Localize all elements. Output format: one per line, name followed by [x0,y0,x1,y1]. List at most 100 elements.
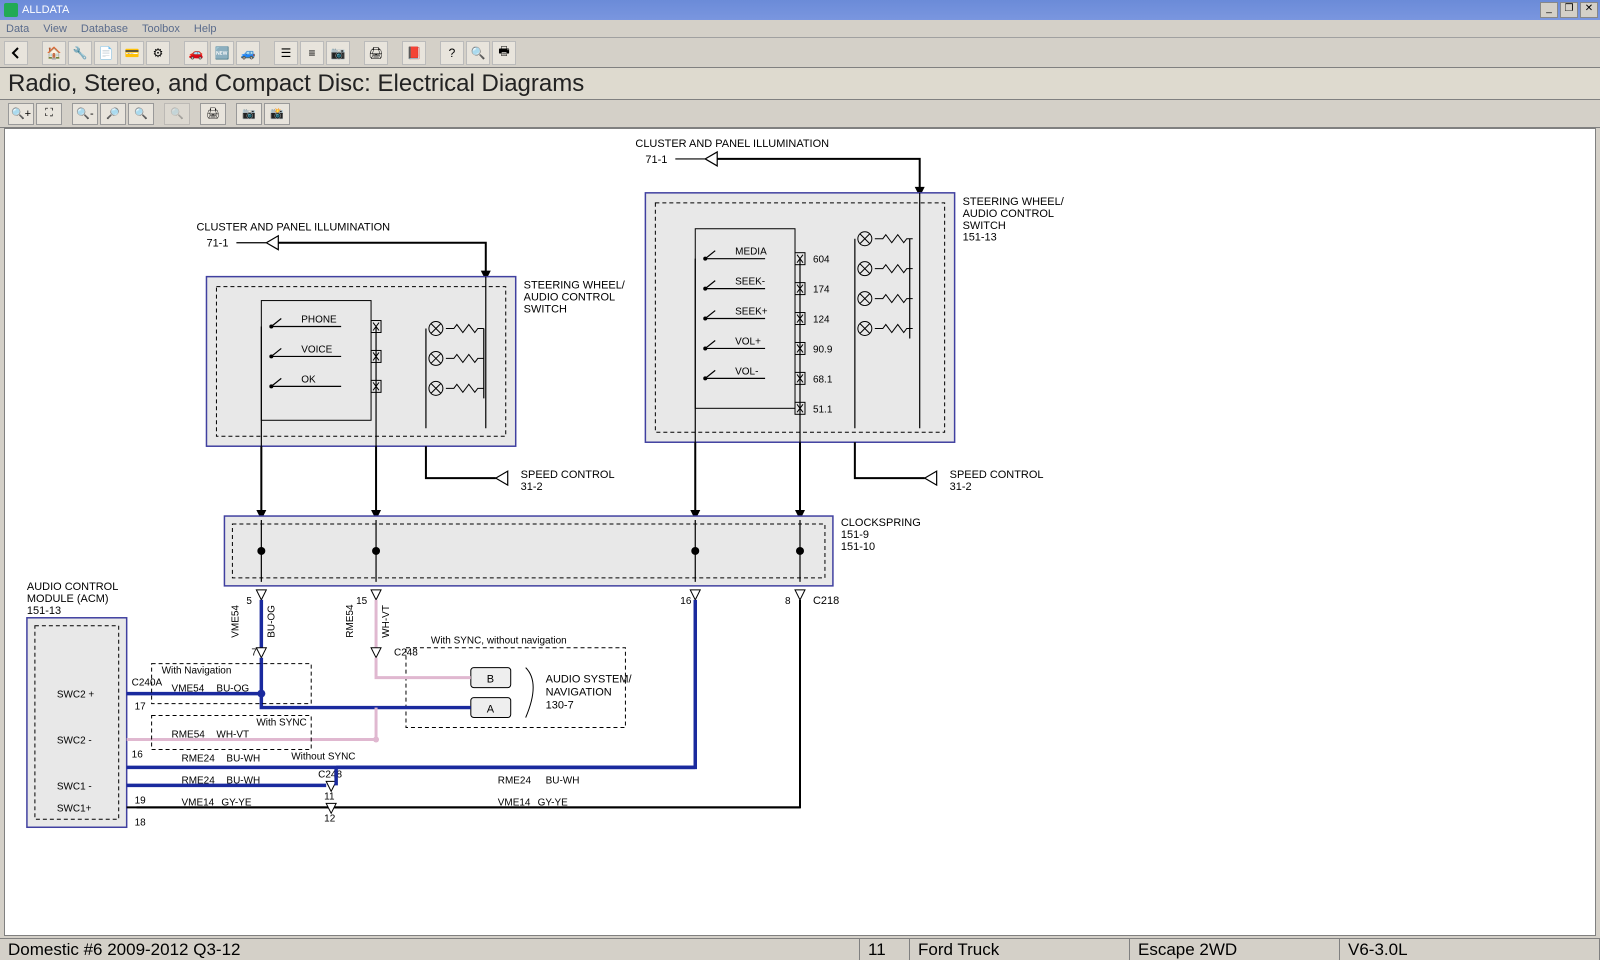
zoom-out-icon[interactable]: 🔍- [72,103,98,125]
minimize-button[interactable]: _ [1540,2,1558,18]
svg-text:CLUSTER AND PANEL ILLUMINATION: CLUSTER AND PANEL ILLUMINATION [196,222,390,234]
menu-data[interactable]: Data [6,23,29,35]
tool-camera-icon[interactable]: 📷 [326,41,350,65]
tool-book-icon[interactable]: 📕 [402,41,426,65]
svg-text:OK: OK [301,374,316,385]
svg-text:AUDIO CONTROL: AUDIO CONTROL [524,292,615,304]
svg-text:AUDIO SYSTEM/: AUDIO SYSTEM/ [546,674,633,686]
svg-text:VOICE: VOICE [301,344,332,355]
tool-print2-icon[interactable]: 🖶 [492,41,516,65]
wiring-diagram: CLUSTER AND PANEL ILLUMINATION 71-1 STEE… [5,129,1595,935]
snapshot2-icon[interactable]: 📸 [264,103,290,125]
svg-text:604: 604 [813,255,830,266]
menu-view[interactable]: View [43,23,67,35]
svg-text:16: 16 [680,596,692,607]
svg-text:BU-WH: BU-WH [546,775,580,786]
svg-text:VME54: VME54 [230,605,241,638]
tool-lines-icon[interactable]: ≡ [300,41,324,65]
svg-text:C240A: C240A [132,678,163,689]
print-icon[interactable]: 🖨 [200,103,226,125]
svg-text:C248: C248 [318,769,342,780]
svg-text:90.9: 90.9 [813,344,833,355]
svg-text:8: 8 [785,596,791,607]
svg-text:BU-WH: BU-WH [226,775,260,786]
svg-text:A: A [487,704,495,716]
tool-car-icon[interactable]: 🚗 [184,41,208,65]
tool-home-icon[interactable]: 🏠 [42,41,66,65]
label-swacs-right: STEERING WHEEL/ [963,196,1065,208]
diagram-viewport[interactable]: CLUSTER AND PANEL ILLUMINATION 71-1 STEE… [4,128,1596,936]
page-title: Radio, Stereo, and Compact Disc: Electri… [0,68,1600,100]
zoom-reset-icon[interactable]: 🔍 [164,103,190,125]
svg-text:SPEED CONTROL: SPEED CONTROL [950,469,1044,481]
svg-text:SPEED CONTROL: SPEED CONTROL [521,469,615,481]
window-titlebar: ALLDATA _ ❐ ✕ [0,0,1600,20]
close-button[interactable]: ✕ [1580,2,1598,18]
svg-text:VOL-: VOL- [735,366,758,377]
svg-text:With Navigation: With Navigation [162,666,232,677]
svg-text:B: B [487,674,494,686]
svg-text:17: 17 [135,702,147,713]
back-button[interactable] [4,41,28,65]
menu-help[interactable]: Help [194,23,217,35]
svg-text:CLOCKSPRING: CLOCKSPRING [841,517,921,529]
svg-text:Without SYNC: Without SYNC [291,751,355,762]
menu-bar: Data View Database Toolbox Help [0,20,1600,38]
svg-text:VME14: VME14 [498,797,531,808]
svg-text:RME24: RME24 [498,775,532,786]
menu-toolbox[interactable]: Toolbox [142,23,180,35]
svg-text:C218: C218 [813,595,839,607]
svg-text:GY-YE: GY-YE [221,797,251,808]
svg-text:18: 18 [135,817,147,828]
maximize-button[interactable]: ❐ [1560,2,1578,18]
svg-text:124: 124 [813,315,830,326]
svg-text:SEEK+: SEEK+ [735,307,768,318]
svg-text:7: 7 [251,648,257,659]
zoom-region-icon[interactable]: 🔎 [100,103,126,125]
tool-car2-icon[interactable]: 🚙 [236,41,260,65]
tool-gear-icon[interactable]: ⚙ [146,41,170,65]
tool-help-icon[interactable]: ? [440,41,464,65]
svg-text:PHONE: PHONE [301,315,337,326]
svg-text:RME24: RME24 [182,753,216,764]
svg-text:VME54: VME54 [172,684,205,695]
snapshot1-icon[interactable]: 📷 [236,103,262,125]
svg-text:MEDIA: MEDIA [735,247,767,258]
svg-text:SWC1+: SWC1+ [57,803,92,814]
svg-text:AUDIO CONTROL: AUDIO CONTROL [27,581,118,593]
tool-wrench-icon[interactable]: 🔧 [68,41,92,65]
status-dataset: Domestic #6 2009-2012 Q3-12 [0,939,860,960]
svg-text:151-10: 151-10 [841,541,875,553]
svg-text:RME54: RME54 [172,729,206,740]
svg-text:WH-VT: WH-VT [381,605,392,638]
svg-text:15: 15 [356,596,368,607]
svg-text:71-1: 71-1 [206,238,228,250]
svg-text:RME54: RME54 [345,604,356,638]
zoom-fit-icon[interactable]: ⛶ [36,103,62,125]
svg-text:151-13: 151-13 [963,232,997,244]
svg-text:174: 174 [813,285,830,296]
status-page: 11 [860,939,910,960]
tool-doc-icon[interactable]: 📄 [94,41,118,65]
app-icon [4,3,18,17]
tool-search-icon[interactable]: 🔍 [466,41,490,65]
zoom-in-icon[interactable]: 🔍+ [8,103,34,125]
tool-print-icon[interactable]: 🖨 [364,41,388,65]
svg-text:VME14: VME14 [182,797,215,808]
svg-text:AUDIO CONTROL: AUDIO CONTROL [963,208,1054,220]
svg-text:MODULE (ACM): MODULE (ACM) [27,593,109,605]
tool-list-icon[interactable]: ☰ [274,41,298,65]
svg-text:31-2: 31-2 [521,481,543,493]
menu-database[interactable]: Database [81,23,128,35]
zoom-100-icon[interactable]: 🔍 [128,103,154,125]
svg-text:19: 19 [135,795,147,806]
svg-text:SEEK-: SEEK- [735,277,765,288]
svg-text:151-9: 151-9 [841,529,869,541]
svg-text:BU-OG: BU-OG [216,684,249,695]
svg-text:SWITCH: SWITCH [524,304,567,316]
svg-text:11: 11 [324,791,335,802]
svg-text:5: 5 [246,596,252,607]
tool-card-icon[interactable]: 💳 [120,41,144,65]
tool-newcar-icon[interactable]: 🆕 [210,41,234,65]
viewer-toolbar: 🔍+ ⛶ 🔍- 🔎 🔍 🔍 🖨 📷 📸 [0,100,1600,128]
